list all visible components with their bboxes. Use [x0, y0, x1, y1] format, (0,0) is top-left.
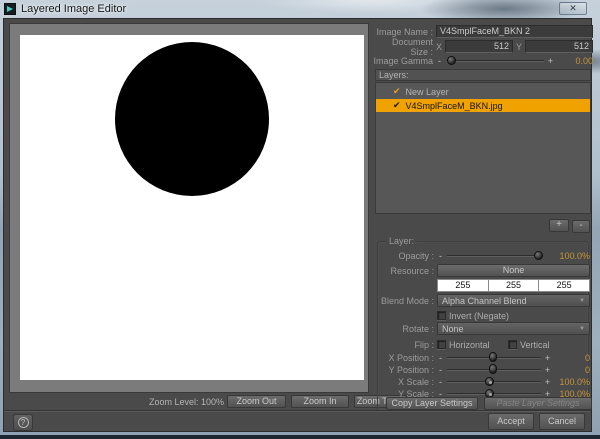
help-button[interactable]: ?	[13, 414, 33, 431]
zoom-controls: Zoom Level: 100% Zoom Out Zoom In Zoom T…	[4, 395, 407, 409]
image-canvas[interactable]	[20, 35, 364, 380]
gamma-value: 0.00	[575, 55, 593, 66]
x-scale-label: X Scale :	[397, 376, 434, 387]
x-scale-slider-handle[interactable]	[485, 377, 495, 386]
image-name-input[interactable]: V4SmplFaceM_BKN 2	[436, 25, 593, 38]
question-mark-icon: ?	[17, 417, 29, 428]
dialog-content: Zoom Level: 100% Zoom Out Zoom In Zoom T…	[3, 18, 593, 433]
window-bottom-edge	[0, 435, 600, 439]
x-position-increment-button[interactable]: +	[544, 353, 551, 363]
chevron-down-icon: ▼	[579, 325, 585, 332]
gamma-slider[interactable]	[446, 55, 544, 66]
layer-group-title: Layer:	[386, 236, 418, 246]
x-position-value: 0	[584, 352, 590, 363]
blend-mode-dropdown[interactable]: Alpha Channel Blend ▼	[437, 294, 590, 307]
x-scale-slider[interactable]	[447, 376, 541, 387]
color-blue-field[interactable]: 255	[539, 280, 590, 291]
y-position-slider[interactable]	[447, 364, 541, 375]
image-gamma-row: Image Gamma - + 0.00	[373, 54, 593, 67]
y-position-increment-button[interactable]: +	[544, 365, 551, 375]
x-position-slider-handle[interactable]	[489, 352, 497, 362]
image-gamma-label: Image Gamma	[373, 55, 433, 66]
opacity-row: Opacity : - + 100.0%	[378, 249, 590, 262]
blend-mode-row: Blend Mode : Alpha Channel Blend ▼	[378, 294, 590, 307]
flip-vertical-label: Vertical	[520, 339, 550, 350]
window-title: Layered Image Editor	[21, 3, 127, 15]
zoom-out-button[interactable]: Zoom Out	[227, 395, 286, 408]
paste-layer-settings-button[interactable]: Paste Layer Settings	[484, 397, 592, 410]
flip-label: Flip :	[414, 339, 434, 350]
color-green-field[interactable]: 255	[488, 280, 539, 291]
remove-layer-button[interactable]: -	[572, 220, 590, 233]
y-position-label: Y Position :	[388, 364, 434, 375]
rotate-label: Rotate :	[402, 323, 434, 334]
gamma-decrement-button[interactable]: -	[436, 56, 443, 66]
layer-list-item-selected[interactable]: ✔ V4SmplFaceM_BKN.jpg	[376, 99, 590, 112]
settings-panel: Image Name : V4SmplFaceM_BKN 2 Document …	[373, 19, 593, 433]
y-position-decrement-button[interactable]: -	[437, 365, 444, 375]
invert-negate-checkbox[interactable]	[437, 311, 446, 320]
color-red-field[interactable]: 255	[438, 280, 488, 291]
close-button[interactable]: ✕	[559, 2, 587, 15]
opacity-slider-handle[interactable]	[534, 251, 544, 260]
x-scale-increment-button[interactable]: +	[544, 377, 551, 387]
bottom-separator	[4, 410, 591, 412]
cancel-button[interactable]: Cancel	[539, 413, 585, 430]
chevron-down-icon: ▼	[579, 297, 585, 304]
x-scale-value: 100.0%	[559, 376, 590, 387]
rotate-dropdown[interactable]: None ▼	[437, 322, 590, 335]
image-name-label: Image Name :	[376, 26, 433, 37]
doc-y-label: Y	[516, 41, 523, 52]
accept-button[interactable]: Accept	[488, 413, 534, 430]
resource-row: Resource : None	[378, 264, 590, 277]
layers-list[interactable]: ✔ New Layer ✔ V4SmplFaceM_BKN.jpg	[375, 82, 591, 214]
layer-visibility-checkbox[interactable]: ✔	[393, 87, 401, 96]
x-scale-decrement-button[interactable]: -	[437, 377, 444, 387]
layer-name: New Layer	[405, 86, 449, 97]
titlebar[interactable]: Layered Image Editor ✕	[0, 0, 600, 18]
opacity-label: Opacity :	[398, 250, 434, 261]
flip-horizontal-checkbox[interactable]	[437, 340, 446, 349]
blend-mode-value: Alpha Channel Blend	[442, 295, 527, 306]
opacity-decrement-button[interactable]: -	[437, 251, 444, 261]
color-value-fields: 255 255 255	[437, 279, 590, 292]
app-icon	[4, 3, 16, 15]
layer-settings-group: Layer: Opacity : - + 100.0% Resource : N…	[377, 236, 592, 411]
black-circle-layer	[115, 42, 269, 196]
opacity-value: 100.0%	[559, 250, 590, 261]
layer-color-row: 255 255 255	[378, 279, 590, 292]
copy-layer-settings-button[interactable]: Copy Layer Settings	[386, 397, 478, 410]
opacity-slider[interactable]	[447, 250, 544, 261]
y-position-slider-handle[interactable]	[489, 364, 497, 374]
zoom-level-label: Zoom Level: 100%	[148, 397, 224, 407]
layers-header: Layers:	[375, 69, 591, 81]
rotate-value: None	[442, 323, 464, 334]
zoom-in-button[interactable]: Zoom In	[291, 395, 349, 408]
resource-label: Resource :	[390, 265, 434, 276]
doc-x-label: X	[436, 41, 443, 52]
resource-button[interactable]: None	[437, 264, 590, 277]
layered-image-editor-window: Layered Image Editor ✕ Zoom Level: 100% …	[0, 0, 600, 439]
blend-mode-label: Blend Mode :	[380, 295, 434, 306]
layer-visibility-checkbox[interactable]: ✔	[393, 101, 401, 110]
doc-height-input[interactable]: 512	[525, 40, 593, 53]
invert-row: Invert (Negate)	[378, 309, 590, 322]
layer-name: V4SmplFaceM_BKN.jpg	[405, 100, 503, 111]
document-size-row: Document Size : X 512 Y 512	[373, 37, 593, 57]
gamma-increment-button[interactable]: +	[547, 56, 554, 66]
doc-width-input[interactable]: 512	[445, 40, 513, 53]
y-position-value: 0	[584, 364, 590, 375]
flip-vertical-checkbox[interactable]	[508, 340, 517, 349]
x-position-decrement-button[interactable]: -	[437, 353, 444, 363]
invert-negate-label: Invert (Negate)	[449, 310, 510, 321]
image-viewport[interactable]	[9, 23, 369, 393]
x-position-label: X Position :	[388, 352, 434, 363]
gamma-slider-handle[interactable]	[446, 56, 456, 65]
flip-row: Flip : Horizontal Vertical	[378, 338, 590, 351]
flip-horizontal-label: Horizontal	[449, 339, 490, 350]
layer-list-item[interactable]: ✔ New Layer	[376, 85, 590, 98]
x-position-slider[interactable]	[447, 352, 541, 363]
rotate-row: Rotate : None ▼	[378, 322, 590, 335]
add-layer-button[interactable]: +	[549, 219, 569, 232]
